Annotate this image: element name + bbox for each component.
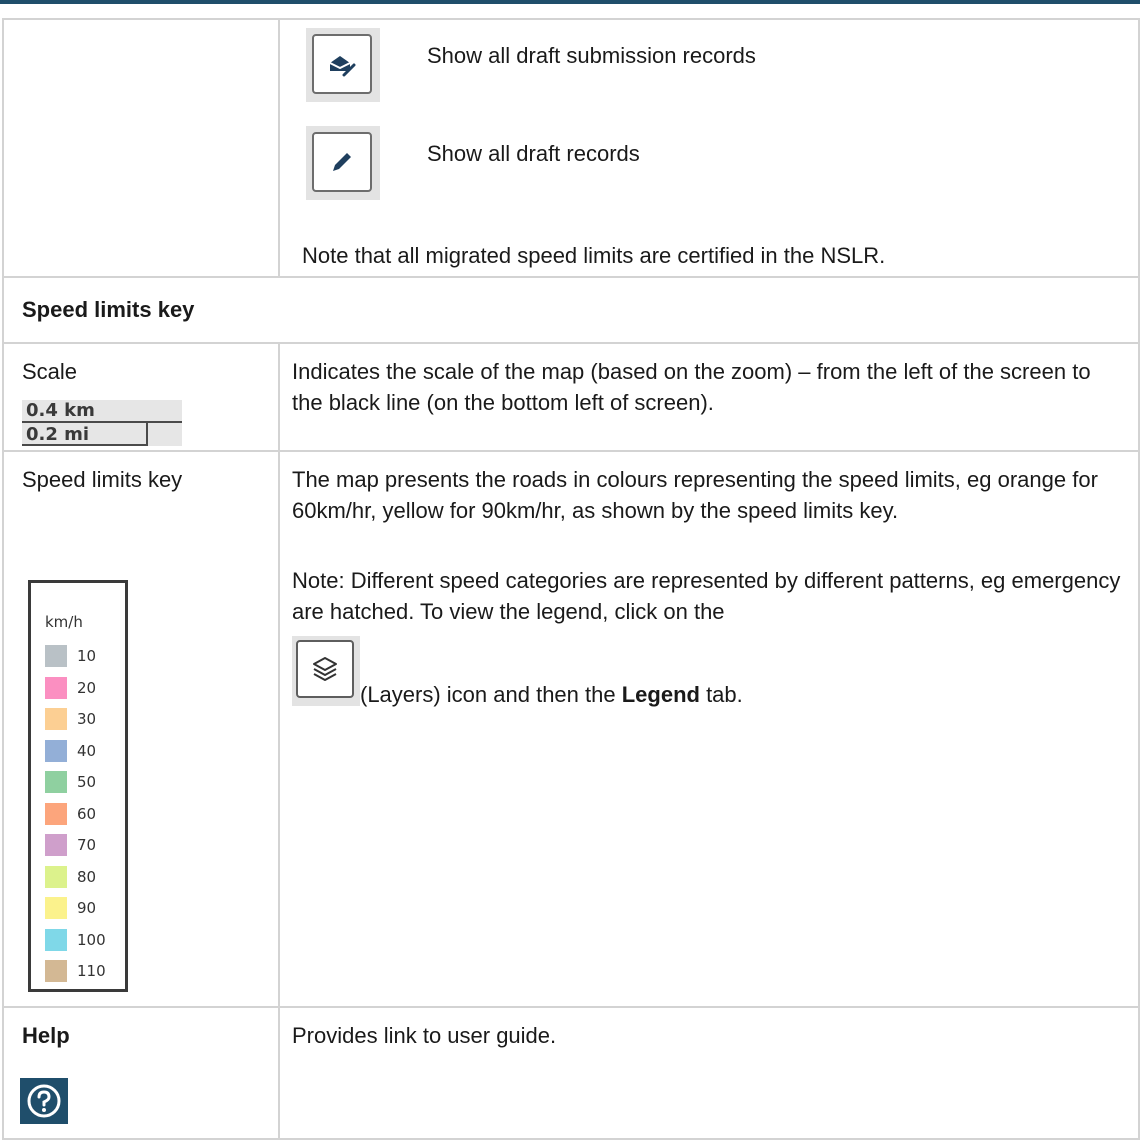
section-heading-row: Speed limits key <box>2 276 1140 344</box>
legend-swatch <box>45 645 67 667</box>
legend-item-label: 90 <box>77 899 97 917</box>
layers-instruction: (Layers) icon and then the Legend tab. <box>360 679 743 710</box>
scale-km: 0.4 km <box>26 400 95 421</box>
legend-swatch <box>45 928 67 951</box>
legend-item: 30 <box>45 708 96 730</box>
legend-item: 90 <box>45 897 96 919</box>
legend-item-label: 10 <box>77 647 97 665</box>
migrated-note: Note that all migrated speed limits are … <box>302 243 886 268</box>
legend-unit: km/h <box>45 613 83 631</box>
layers-instruction-text-2: tab. <box>699 682 743 707</box>
envelope-pencil-icon <box>329 56 356 77</box>
speed-legend: km/h 10 20 30 40 50 60 70 80 90 100 110 <box>28 580 128 992</box>
draft-submission-button[interactable] <box>306 28 380 102</box>
speedkey-row: Speed limits key km/h 10 20 30 40 50 60 70 80 90… <box>2 450 1140 1008</box>
legend-swatch <box>45 834 67 856</box>
feature-table: Show all draft submission records Show a… <box>2 18 1140 1140</box>
scale-label: Scale <box>22 359 78 384</box>
legend-item: 80 <box>45 865 97 888</box>
legend-item-label: 110 <box>77 962 106 980</box>
legend-item-label: 30 <box>77 710 97 728</box>
legend-item-label: 50 <box>77 773 97 791</box>
legend-item-label: 60 <box>77 804 97 823</box>
legend-item: 20 <box>45 676 97 699</box>
header-rule <box>0 0 1140 4</box>
legend-swatch <box>45 739 67 762</box>
question-mark-icon <box>27 1084 61 1118</box>
scale-mi: 0.2 mi <box>26 424 90 445</box>
drafts-left-cell <box>2 18 280 278</box>
speedkey-right-cell: The map presents the roads in colours re… <box>278 450 1140 1008</box>
legend-swatch <box>45 771 67 793</box>
scale-left-cell: Scale 0.4 km 0.2 mi <box>2 342 280 452</box>
scale-row: Scale 0.4 km 0.2 mi Indicates the scale … <box>2 342 1140 452</box>
draft-records-button[interactable] <box>306 126 380 200</box>
legend-swatch <box>45 802 67 825</box>
legend-swatch <box>45 708 67 730</box>
legend-swatch <box>45 897 67 919</box>
layers-instruction-text-1: (Layers) icon and then the <box>360 682 622 707</box>
drafts-row: Show all draft submission records Show a… <box>2 18 1140 278</box>
legend-item: 100 <box>45 928 106 951</box>
scale-bar-image: 0.4 km 0.2 mi <box>22 400 182 446</box>
help-left-cell: Help <box>2 1006 280 1140</box>
legend-item-label: 100 <box>77 930 106 949</box>
legend-item: 110 <box>45 960 106 982</box>
speedkey-left-cell: Speed limits key km/h 10 20 30 40 50 60 70 80 90… <box>2 450 280 1008</box>
section-heading-cell: Speed limits key <box>2 276 1140 344</box>
speedkey-description: The map presents the roads in colours re… <box>292 467 1098 523</box>
legend-swatch <box>45 960 67 982</box>
legend-item-label: 40 <box>77 741 97 760</box>
drafts-right-cell: Show all draft submission records Show a… <box>278 18 1140 278</box>
layers-icon <box>313 657 337 681</box>
section-heading: Speed limits key <box>22 297 195 322</box>
legend-tab-name: Legend <box>621 682 700 707</box>
help-description: Provides link to user guide. <box>292 1023 557 1048</box>
legend-item-label: 70 <box>77 836 97 854</box>
legend-swatch <box>45 865 67 888</box>
pencil-icon <box>333 153 351 171</box>
legend-item-label: 20 <box>77 678 97 697</box>
draft-submission-text: Show all draft submission records <box>427 43 756 68</box>
speedkey-label: Speed limits key <box>22 467 183 492</box>
help-button[interactable] <box>20 1078 68 1124</box>
scale-description: Indicates the scale of the map (based on… <box>292 359 1091 415</box>
speedkey-note: Note: Different speed categories are rep… <box>292 568 1121 624</box>
help-right-cell: Provides link to user guide. <box>278 1006 1140 1140</box>
help-label: Help <box>22 1023 70 1048</box>
legend-item: 50 <box>45 771 96 793</box>
draft-records-text: Show all draft records <box>427 141 640 166</box>
legend-item-label: 80 <box>77 867 97 886</box>
legend-item: 40 <box>45 739 97 762</box>
layers-button[interactable] <box>292 636 360 706</box>
scale-right-cell: Indicates the scale of the map (based on… <box>278 342 1140 452</box>
legend-item: 70 <box>45 834 96 856</box>
help-row: Help Provides link to user guide. <box>2 1006 1140 1140</box>
legend-swatch <box>45 676 67 699</box>
legend-item: 60 <box>45 802 97 825</box>
legend-item: 10 <box>45 645 96 667</box>
